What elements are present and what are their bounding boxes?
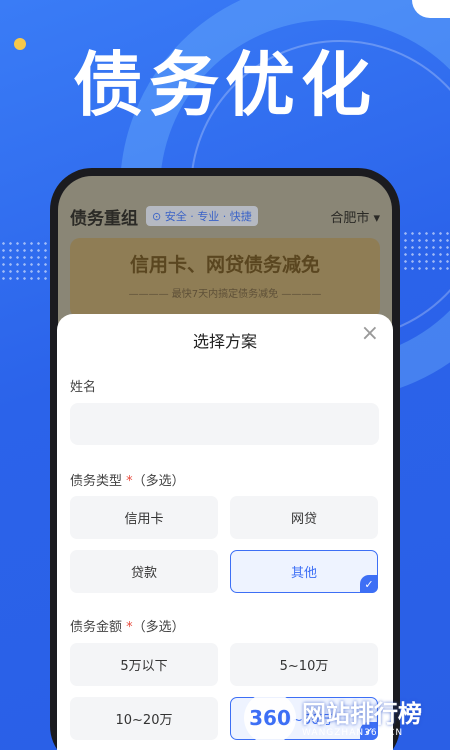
debt-type-option-other[interactable]: 其他 ✓ (230, 550, 378, 593)
debt-amount-option-10-20w[interactable]: 10~20万 (70, 697, 218, 740)
debt-amount-option-under-5w[interactable]: 5万以下 (70, 643, 218, 686)
sheet-title: 选择方案 (192, 332, 257, 351)
city-selector[interactable]: 合肥市 ▾ (330, 207, 380, 226)
debt-amount-option-5-10w[interactable]: 5~10万 (230, 643, 378, 686)
name-label: 姓名 (70, 380, 97, 395)
watermark: 360 网站排行榜 WANGZHAN360.CN (244, 688, 450, 750)
banner-subtitle: ———— 最快7天内搞定债务减免 ———— (128, 289, 322, 300)
plan-selection-sheet: 选择方案 × 姓名 债务类型 *（多选） 信用卡 网贷 贷款 其他 ✓ 债务金额 … (57, 314, 393, 750)
debt-amount-label: 债务金额 *（多选） (70, 620, 185, 635)
debt-type-option-loan[interactable]: 贷款 (70, 550, 218, 593)
debt-type-label: 债务类型 *（多选） (70, 474, 185, 489)
checkmark-icon: ✓ (360, 575, 378, 593)
promo-banner[interactable]: 信用卡、网贷债务减免 ———— 最快7天内搞定债务减免 ———— (70, 238, 380, 318)
decor-dots-right (395, 230, 450, 270)
debt-type-option-credit-card[interactable]: 信用卡 (70, 496, 218, 539)
feature-tag: ⊙ 安全 · 专业 · 快捷 (146, 206, 258, 226)
watermark-url: WANGZHAN360.CN (302, 728, 404, 738)
watermark-text: 网站排行榜 (302, 700, 422, 728)
close-icon[interactable]: × (361, 323, 379, 345)
watermark-badge: 360 (244, 692, 296, 744)
app-title: 债务重组 (70, 208, 138, 229)
check-circle-icon: ⊙ (152, 210, 165, 223)
name-input[interactable] (70, 403, 379, 445)
app-topbar: 债务重组 ⊙ 安全 · 专业 · 快捷 合肥市 ▾ (70, 204, 380, 229)
hero-title: 债务优化 (73, 44, 377, 126)
banner-title: 信用卡、网贷债务减免 (129, 254, 320, 276)
debt-type-option-online-loan[interactable]: 网贷 (230, 496, 378, 539)
